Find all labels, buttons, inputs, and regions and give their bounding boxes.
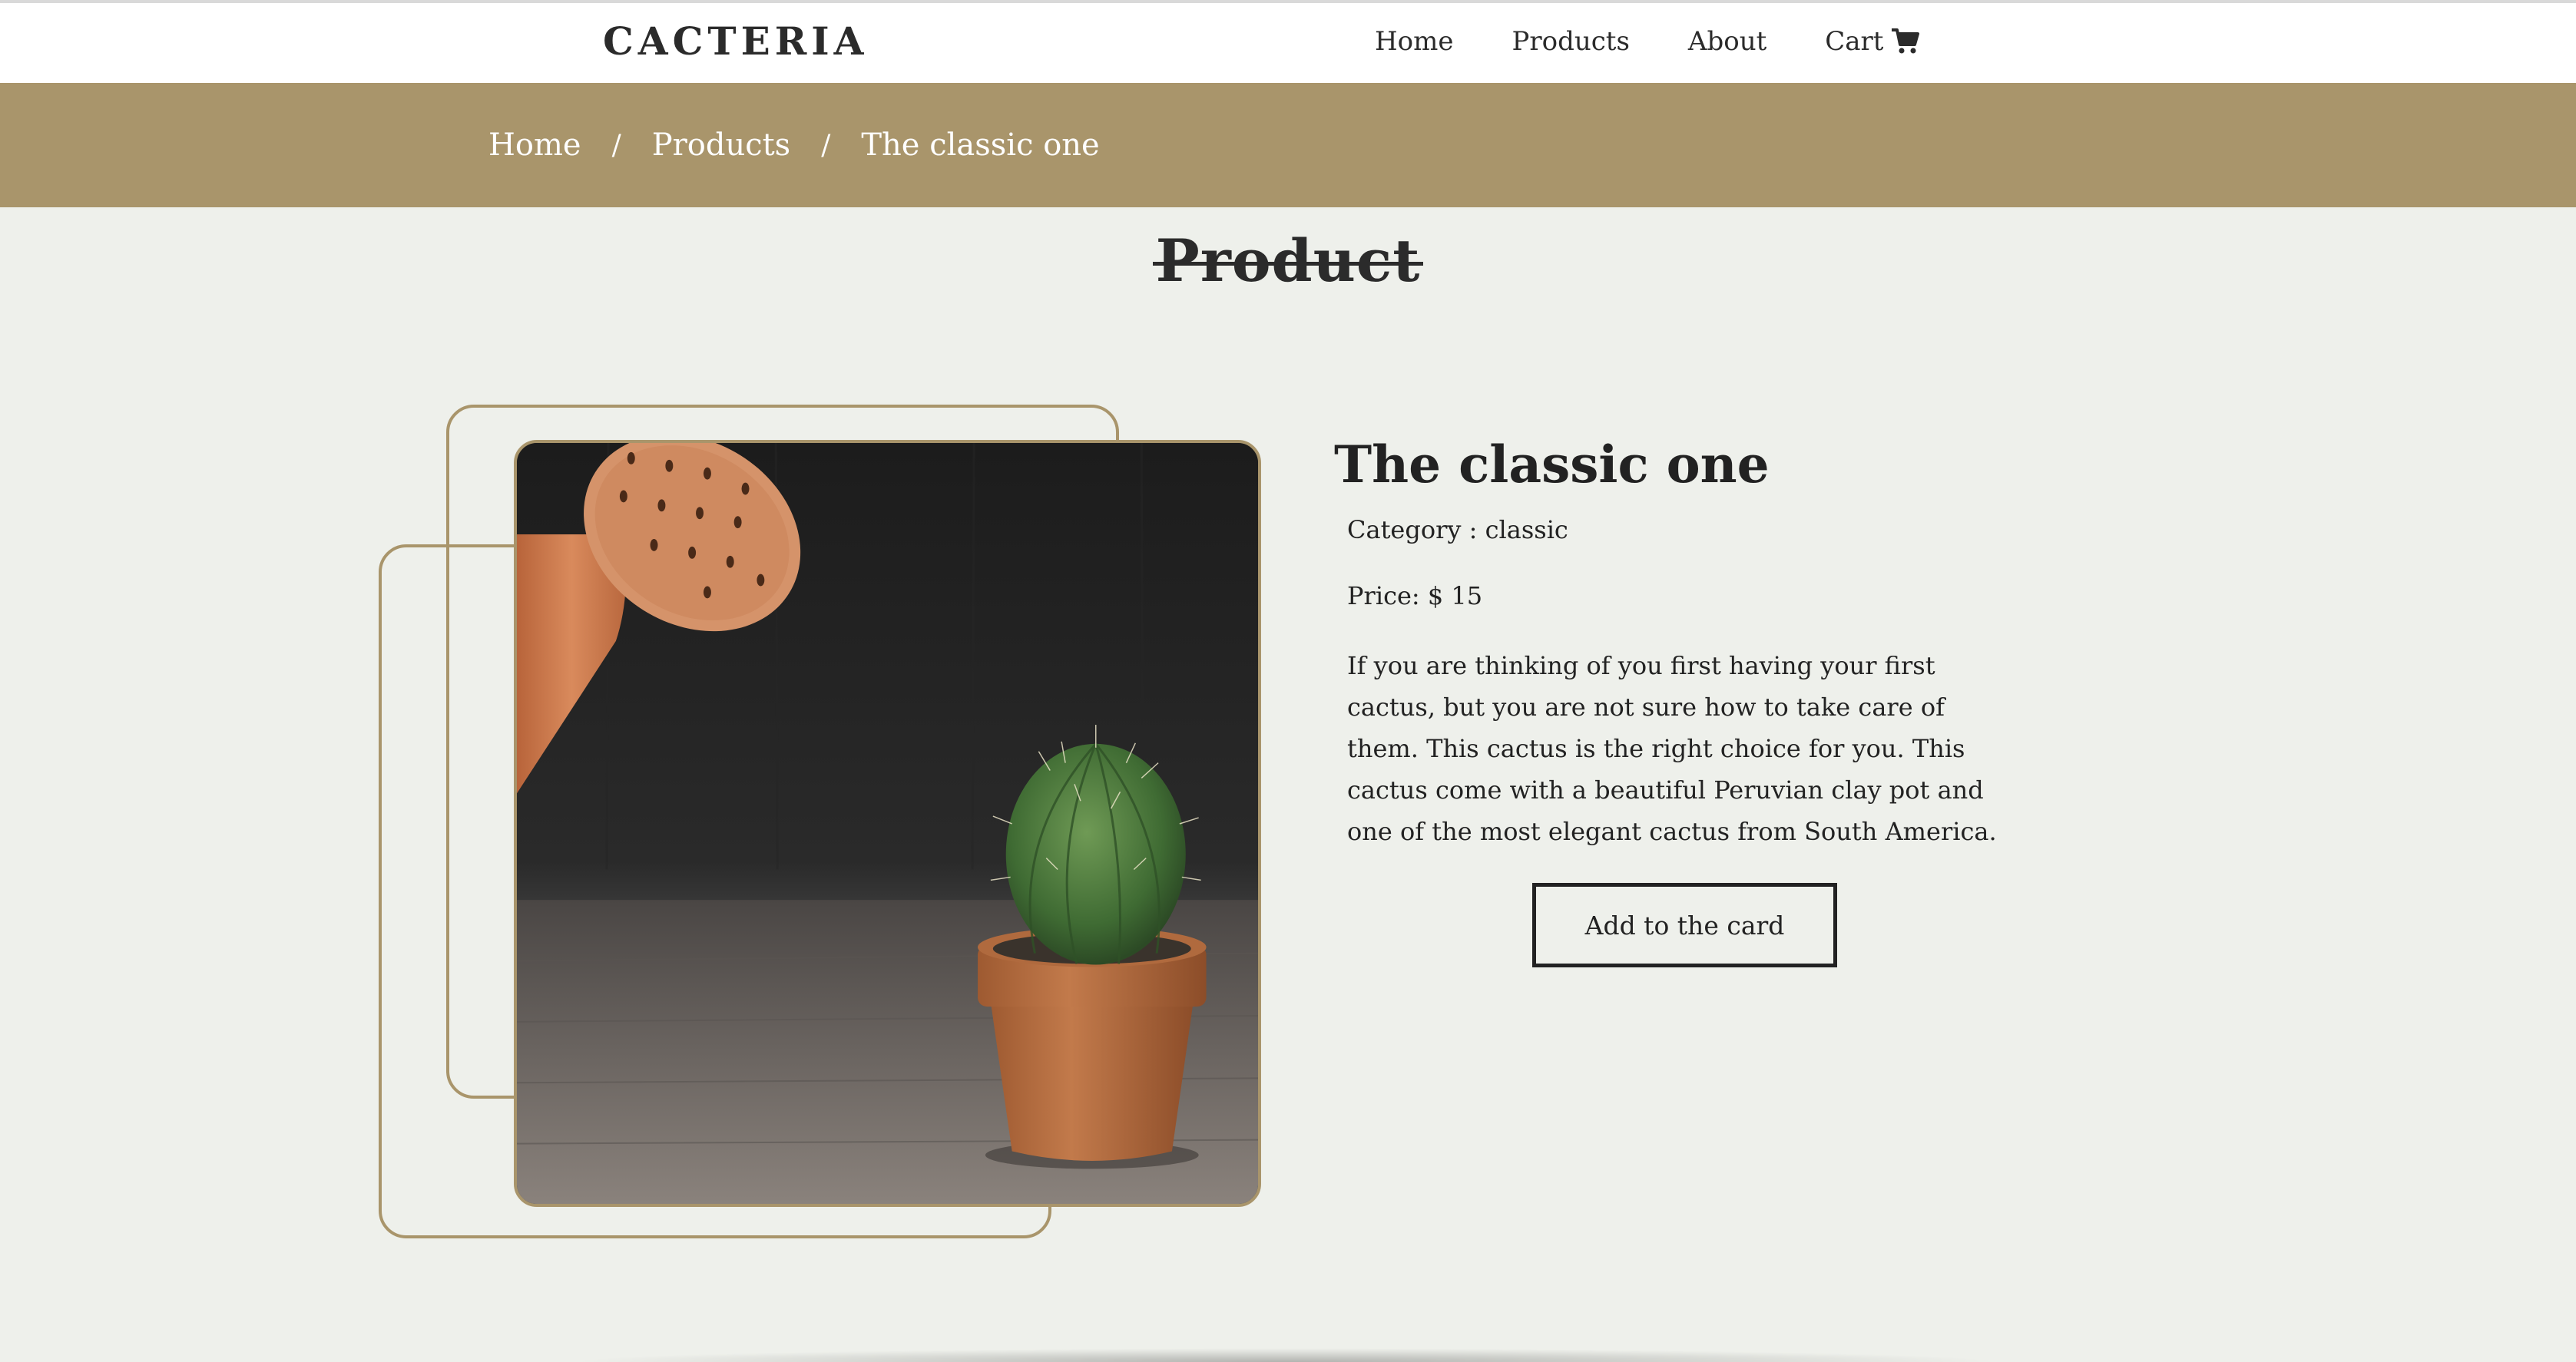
footer-shadow	[568, 1348, 2005, 1362]
breadcrumb-products[interactable]: Products	[652, 127, 791, 163]
add-to-cart-button[interactable]: Add to the card	[1532, 883, 1837, 967]
brand-logo[interactable]: CACTERIA	[603, 11, 868, 72]
product-price: Price: $ 15	[1347, 581, 1483, 610]
product-info: The classic one Category : classic Price…	[1334, 430, 2025, 852]
shopping-cart-icon	[1891, 28, 1920, 55]
breadcrumb-home[interactable]: Home	[488, 127, 581, 163]
breadcrumb-separator: /	[821, 129, 831, 161]
navbar: CACTERIA Home Products About Cart	[0, 3, 2576, 83]
nav-link-label: About	[1687, 26, 1767, 57]
nav-link-about[interactable]: About	[1688, 26, 1766, 57]
nav-link-home[interactable]: Home	[1375, 26, 1453, 57]
breadcrumb: Home / Products / The classic one	[488, 83, 1100, 207]
page-title-text: Product	[1155, 226, 1421, 295]
breadcrumb-bar: Home / Products / The classic one	[0, 83, 2576, 207]
page-title: Product	[0, 226, 2576, 295]
product-description: If you are thinking of you first having …	[1347, 651, 1997, 846]
breadcrumb-current: The classic one	[861, 127, 1100, 163]
product-image	[514, 440, 1261, 1207]
product-category: Category : classic	[1347, 515, 1568, 544]
breadcrumb-separator: /	[611, 129, 621, 161]
nav-link-products[interactable]: Products	[1511, 26, 1629, 57]
nav-link-label: Products	[1511, 26, 1630, 57]
product-name: The classic one	[1334, 435, 1770, 494]
nav-link-label: Home	[1375, 26, 1454, 57]
product-photo-illustration	[517, 443, 1258, 1204]
main-nav: Home Products About Cart	[1375, 11, 1920, 72]
nav-link-label: Cart	[1825, 26, 1884, 57]
nav-link-cart[interactable]: Cart	[1825, 26, 1920, 57]
